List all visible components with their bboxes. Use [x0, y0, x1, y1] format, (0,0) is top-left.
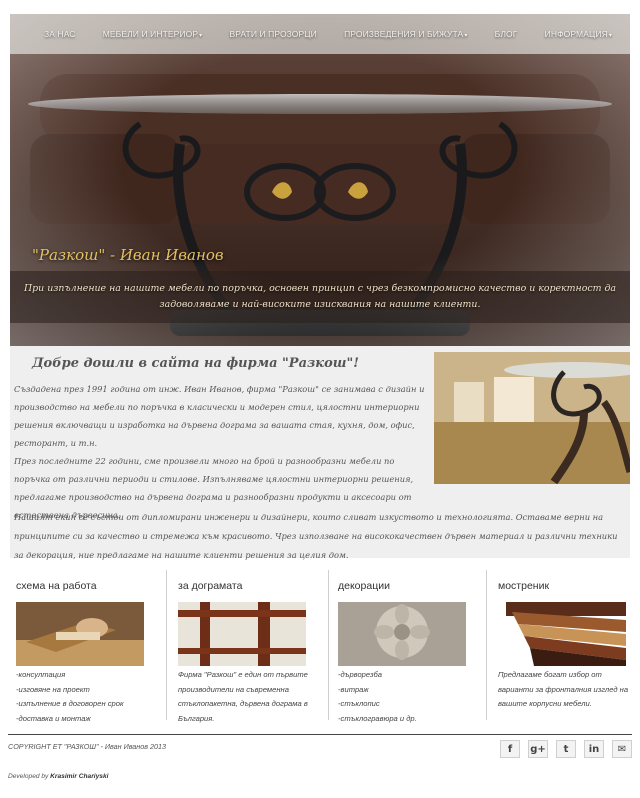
email-icon[interactable]: ✉ — [612, 740, 632, 758]
wooden-window-photo[interactable] — [178, 602, 306, 666]
developer-prefix: Developed by — [8, 773, 49, 780]
wood-samples-photo[interactable] — [498, 602, 626, 666]
feature-line: -стъклопис — [338, 699, 380, 709]
feature-line: Фирма "Разкош" е един от първите произво… — [178, 670, 308, 723]
feature-title[interactable]: декорации — [338, 580, 390, 592]
google-plus-icon[interactable]: g+ — [528, 740, 548, 758]
wood-planing-photo[interactable] — [16, 602, 144, 666]
feature-body: -консултация -изговяне на проект -изпълн… — [16, 668, 152, 726]
welcome-paragraph: Създадена през 1991 година от инж. Иван … — [14, 384, 425, 448]
feature-samples: мостреник Предлагаме богат избор от вари… — [492, 566, 640, 726]
welcome-paragraph: Нашият екип се състои от дипломирани инж… — [14, 512, 618, 560]
footer-divider — [8, 734, 632, 735]
feature-line: -доставка и монтаж — [16, 713, 91, 723]
features-section: схема на работа -консултация -изговяне н… — [10, 566, 630, 726]
feature-work-scheme: схема на работа -консултация -изговяне н… — [10, 566, 162, 726]
wood-samples-graphic — [498, 602, 626, 666]
nav-item-furniture[interactable]: МЕБЕЛИ И ИНТЕРИОР▾ — [103, 29, 203, 39]
feature-title[interactable]: схема на работа — [16, 580, 97, 592]
hero-banner: ЗА НАС МЕБЕЛИ И ИНТЕРИОР▾ ВРАТИ И ПРОЗОР… — [10, 14, 630, 346]
hero-slogan-band: При изпълнение на нашите мебели по поръч… — [10, 271, 630, 323]
facebook-icon[interactable]: f — [500, 740, 520, 758]
feature-body: Предлагаме богат избор от варианти за фр… — [498, 668, 634, 712]
welcome-section: Добре дошли в сайта на фирма "Разкош"! С… — [10, 346, 630, 560]
nav-item-doors-windows[interactable]: ВРАТИ И ПРОЗОРЦИ — [229, 29, 316, 39]
nav-item-works-jewelry[interactable]: ПРОИЗВЕДЕНИЯ И БИЖУТА▾ — [344, 29, 467, 39]
copyright-text: COPYRIGHT ЕТ "РАЗКОШ" - Иван Иванов 2013 — [8, 742, 166, 751]
chevron-down-icon: ▾ — [608, 33, 612, 39]
column-divider — [486, 570, 487, 720]
interior-table-photo — [434, 352, 630, 484]
interior-photo-graphic — [434, 352, 630, 484]
social-links: f g+ t in ✉ — [500, 740, 632, 758]
feature-line: -дърворезба — [338, 670, 382, 679]
hero-title: "Разкош" - Иван Иванов — [32, 246, 224, 264]
hero-slogan: При изпълнение на нашите мебели по поръч… — [24, 283, 616, 310]
feature-decorations: декорации -дърворезба -витраж -стъклопис… — [332, 566, 484, 726]
wood-planing-graphic — [16, 602, 144, 666]
main-navigation: ЗА НАС МЕБЕЛИ И ИНТЕРИОР▾ ВРАТИ И ПРОЗОР… — [28, 14, 628, 54]
wood-carving-graphic — [338, 602, 466, 666]
column-divider — [166, 570, 167, 720]
column-divider — [328, 570, 329, 720]
wood-carving-rosette-photo[interactable] — [338, 602, 466, 666]
welcome-intro: Създадена през 1991 година от инж. Иван … — [14, 380, 426, 524]
feature-line: -консултация — [16, 670, 66, 679]
feature-line: Предлагаме богат избор от варианти за фр… — [498, 670, 629, 709]
feature-windows: за дограмата Фирма "Разкош" е един от пъ… — [172, 566, 324, 726]
wooden-window-graphic — [178, 602, 306, 666]
feature-line: -витраж — [338, 684, 369, 694]
nav-item-about[interactable]: ЗА НАС — [44, 29, 76, 39]
feature-line: -стъклогравюра и др. — [338, 713, 417, 723]
nav-item-blog[interactable]: БЛОГ — [495, 29, 518, 39]
developer-link[interactable]: Krasimir Chariyski — [50, 773, 108, 780]
feature-line: -изпълнение в договорен срок — [16, 699, 124, 709]
feature-line: -изговяне на проект — [16, 684, 90, 694]
twitter-icon[interactable]: t — [556, 740, 576, 758]
linkedin-icon[interactable]: in — [584, 740, 604, 758]
nav-item-information[interactable]: ИНФОРМАЦИЯ▾ — [545, 29, 612, 39]
welcome-heading: Добре дошли в сайта на фирма "Разкош"! — [32, 356, 359, 371]
feature-title[interactable]: за дограмата — [178, 580, 242, 592]
chevron-down-icon: ▾ — [199, 33, 203, 39]
chevron-down-icon: ▾ — [464, 33, 468, 39]
developer-credit: Developed by Krasimir Chariyski — [8, 773, 108, 780]
feature-body: -дърворезба -витраж -стъклопис -стъклогр… — [338, 668, 474, 726]
feature-body: Фирма "Разкош" е един от първите произво… — [178, 668, 314, 726]
feature-title[interactable]: мостреник — [498, 580, 549, 592]
